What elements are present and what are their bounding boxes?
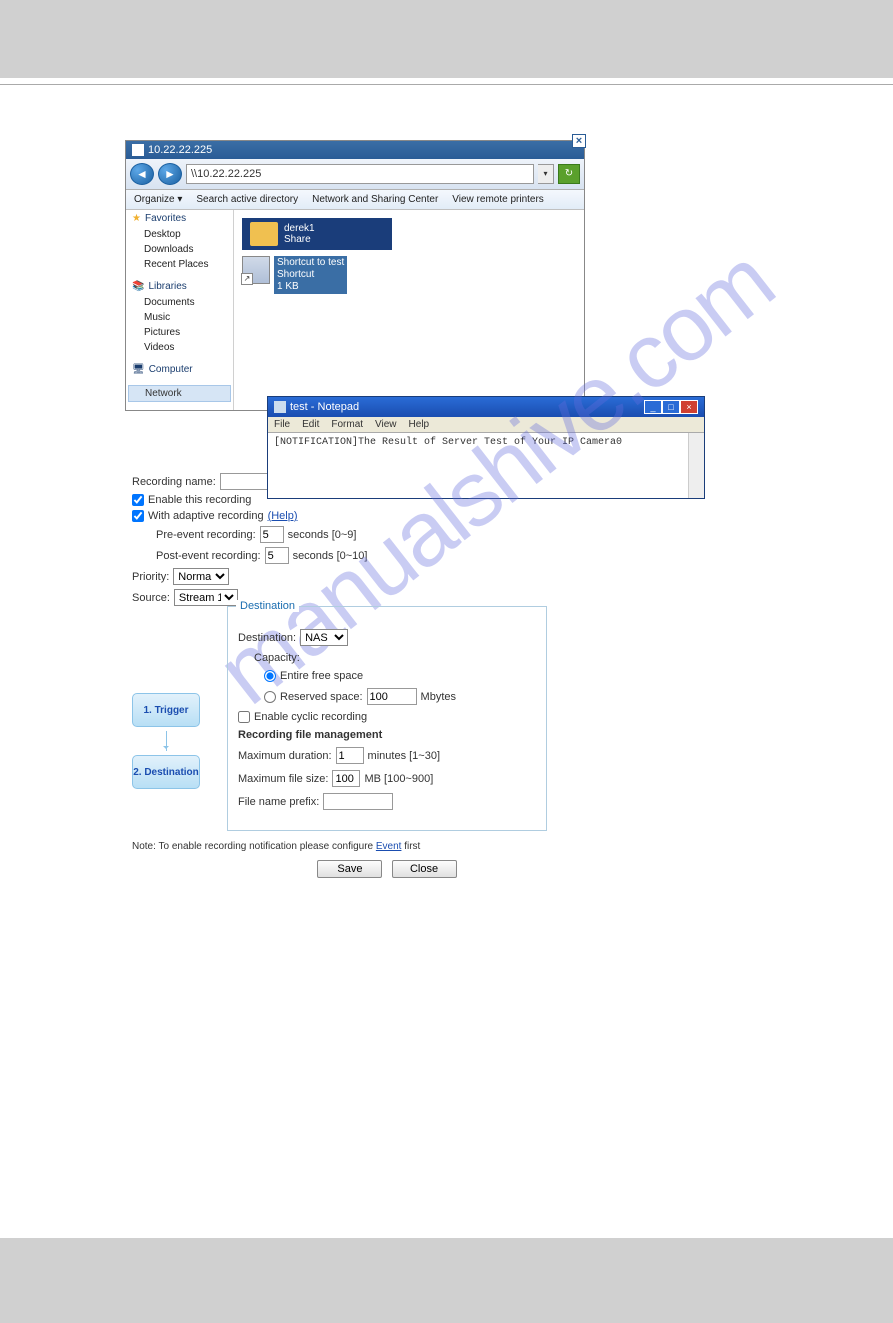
reserved-label: Reserved space: xyxy=(280,691,363,703)
sidebar-computer[interactable]: 🖥Computer xyxy=(126,361,233,378)
max-size-label: Maximum file size: xyxy=(238,773,328,785)
sidebar-downloads[interactable]: Downloads xyxy=(126,242,233,257)
cyclic-checkbox[interactable] xyxy=(238,711,250,723)
window-title: 10.22.22.225 xyxy=(148,144,212,156)
back-button[interactable]: ◄ xyxy=(130,163,154,185)
organize-menu[interactable]: Organize ▾ xyxy=(134,194,182,205)
explorer-titlebar: 10.22.22.225 xyxy=(126,141,584,159)
notepad-icon xyxy=(274,401,286,413)
notepad-body[interactable]: [NOTIFICATION]The Result of Server Test … xyxy=(268,433,704,498)
star-icon: ★ xyxy=(132,213,141,224)
address-dropdown[interactable]: ▾ xyxy=(538,164,554,184)
pre-event-input[interactable] xyxy=(260,526,284,543)
max-duration-label: Maximum duration: xyxy=(238,750,332,762)
prefix-input[interactable] xyxy=(323,793,393,810)
menu-file[interactable]: File xyxy=(274,419,290,430)
help-link[interactable]: (Help) xyxy=(268,510,298,522)
sidebar-music[interactable]: Music xyxy=(126,310,233,325)
post-event-suffix: seconds [0~10] xyxy=(293,550,368,562)
sidebar-documents[interactable]: Documents xyxy=(126,295,233,310)
post-event-label: Post-event recording: xyxy=(156,550,261,562)
forward-button[interactable]: ► xyxy=(158,163,182,185)
window-icon xyxy=(132,144,144,156)
menu-view[interactable]: View xyxy=(375,419,397,430)
sidebar-libraries[interactable]: 📚Libraries xyxy=(126,278,233,295)
menu-help[interactable]: Help xyxy=(409,419,430,430)
scrollbar[interactable] xyxy=(688,433,704,498)
max-duration-input[interactable] xyxy=(336,747,364,764)
sidebar-desktop[interactable]: Desktop xyxy=(126,227,233,242)
max-size-suffix: MB [100~900] xyxy=(364,773,433,785)
reserved-radio[interactable] xyxy=(264,691,276,703)
go-button[interactable]: ↻ xyxy=(558,164,580,184)
menu-edit[interactable]: Edit xyxy=(302,419,319,430)
recording-form: Recording name: Enable this recording Wi… xyxy=(132,473,552,878)
folder-icon xyxy=(250,222,278,246)
adaptive-recording-label: With adaptive recording xyxy=(148,510,264,522)
shortcut-test[interactable]: Shortcut to test Shortcut 1 KB xyxy=(242,256,347,294)
sidebar-pictures[interactable]: Pictures xyxy=(126,325,233,340)
library-icon: 📚 xyxy=(132,281,144,292)
sidebar-recent[interactable]: Recent Places xyxy=(126,257,233,272)
priority-select[interactable]: Normal xyxy=(173,568,229,585)
enable-recording-label: Enable this recording xyxy=(148,494,251,506)
save-button[interactable]: Save xyxy=(317,860,382,878)
recording-name-label: Recording name: xyxy=(132,476,216,488)
entire-free-radio[interactable] xyxy=(264,670,276,682)
explorer-toolbar: Organize ▾ Search active directory Netwo… xyxy=(126,190,584,210)
notepad-window: test - Notepad _ □ × File Edit Format Vi… xyxy=(267,396,705,499)
address-bar[interactable]: \\10.22.22.225 xyxy=(186,164,534,184)
search-ad-link[interactable]: Search active directory xyxy=(196,194,298,205)
computer-icon: 🖥 xyxy=(132,364,145,375)
step-connector xyxy=(166,731,167,751)
view-printers-link[interactable]: View remote printers xyxy=(452,194,544,205)
reserved-input[interactable] xyxy=(367,688,417,705)
pre-event-label: Pre-event recording: xyxy=(156,529,256,541)
pre-event-suffix: seconds [0~9] xyxy=(288,529,357,541)
event-link[interactable]: Event xyxy=(376,841,402,852)
explorer-navbar: ◄ ► \\10.22.22.225 ▾ ↻ xyxy=(126,159,584,190)
close-button[interactable]: Close xyxy=(392,860,457,878)
post-event-input[interactable] xyxy=(265,547,289,564)
step-destination[interactable]: 2. Destination xyxy=(132,755,200,789)
form-buttons: Save Close xyxy=(227,860,547,878)
folder-derek1[interactable]: derek1Share xyxy=(242,218,392,250)
close-button[interactable]: × xyxy=(680,400,698,414)
explorer-window: × 10.22.22.225 ◄ ► \\10.22.22.225 ▾ ↻ Or… xyxy=(125,140,585,411)
explorer-sidebar: ★Favorites Desktop Downloads Recent Plac… xyxy=(126,210,234,410)
shortcut-icon xyxy=(242,256,270,284)
destination-select[interactable]: NAS xyxy=(300,629,348,646)
destination-fieldset: Destination Destination: NAS Capacity: E… xyxy=(227,606,547,831)
rfm-heading: Recording file management xyxy=(238,729,382,741)
notepad-titlebar: test - Notepad _ □ × xyxy=(268,397,704,417)
destination-legend: Destination xyxy=(236,600,299,612)
notepad-title: test - Notepad xyxy=(290,401,359,413)
notepad-menu: File Edit Format View Help xyxy=(268,417,704,433)
entire-free-label: Entire free space xyxy=(280,670,363,682)
prefix-label: File name prefix: xyxy=(238,796,319,808)
explorer-content: derek1Share Shortcut to test Shortcut 1 … xyxy=(234,210,584,410)
sidebar-network[interactable]: Network xyxy=(128,385,231,402)
sidebar-favorites[interactable]: ★Favorites xyxy=(126,210,233,227)
source-label: Source: xyxy=(132,592,170,604)
maximize-button[interactable]: □ xyxy=(662,400,680,414)
reserved-unit: Mbytes xyxy=(421,691,456,703)
menu-format[interactable]: Format xyxy=(331,419,363,430)
source-select[interactable]: Stream 1 xyxy=(174,589,238,606)
capacity-label: Capacity: xyxy=(254,652,300,664)
max-duration-suffix: minutes [1~30] xyxy=(368,750,440,762)
adaptive-recording-checkbox[interactable] xyxy=(132,510,144,522)
enable-recording-checkbox[interactable] xyxy=(132,494,144,506)
minimize-button[interactable]: _ xyxy=(644,400,662,414)
network-center-link[interactable]: Network and Sharing Center xyxy=(312,194,438,205)
max-size-input[interactable] xyxy=(332,770,360,787)
note-text: Note: To enable recording notification p… xyxy=(132,841,552,852)
cyclic-label: Enable cyclic recording xyxy=(254,711,367,723)
sidebar-videos[interactable]: Videos xyxy=(126,340,233,355)
destination-label: Destination: xyxy=(238,632,296,644)
step-trigger[interactable]: 1. Trigger xyxy=(132,693,200,727)
priority-label: Priority: xyxy=(132,571,169,583)
steps-nav: 1. Trigger 2. Destination xyxy=(132,693,200,789)
close-icon[interactable]: × xyxy=(572,134,586,148)
